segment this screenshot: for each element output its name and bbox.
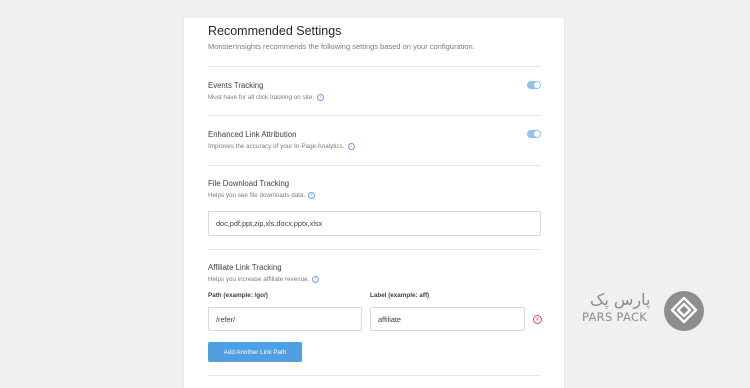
label-field-label: Label (example: aff) — [370, 292, 430, 299]
divider — [208, 165, 541, 166]
file-download-description: Helps you see file downloads data. i — [208, 192, 316, 199]
divider — [208, 66, 541, 67]
enhanced-link-label: Enhanced Link Attribution — [208, 130, 297, 139]
file-download-description-text: Helps you see file downloads data. — [208, 192, 306, 199]
divider — [208, 115, 541, 116]
divider — [208, 375, 541, 376]
page-title: Recommended Settings — [208, 24, 342, 38]
affiliate-path-input[interactable] — [208, 307, 362, 331]
file-download-label: File Download Tracking — [208, 179, 290, 188]
path-field-label: Path (example: /go/) — [208, 292, 268, 299]
events-tracking-label: Events Tracking — [208, 81, 264, 90]
events-tracking-toggle[interactable] — [527, 81, 541, 89]
pars-pack-logo-icon — [664, 291, 704, 331]
enhanced-link-description: Improves the accuracy of your In-Page An… — [208, 143, 355, 150]
info-icon[interactable]: i — [312, 276, 320, 283]
info-icon[interactable]: i — [308, 192, 316, 199]
affiliate-link-label: Affiliate Link Tracking — [208, 263, 282, 272]
toggle-knob — [534, 82, 540, 88]
enhanced-link-toggle[interactable] — [527, 130, 541, 138]
recommended-settings-card: Recommended Settings MonsterInsights rec… — [183, 18, 565, 388]
watermark-persian-text: پارس پک — [590, 290, 651, 309]
affiliate-label-input[interactable] — [370, 307, 525, 331]
enhanced-link-description-text: Improves the accuracy of your In-Page An… — [208, 143, 345, 150]
page-subtitle: MonsterInsights recommends the following… — [208, 42, 475, 51]
affiliate-link-description-text: Helps you increase affiliate revenue. — [208, 276, 310, 283]
divider — [208, 249, 541, 250]
add-link-path-button[interactable]: Add Another Link Path — [208, 342, 302, 362]
affiliate-link-description: Helps you increase affiliate revenue. i — [208, 276, 320, 283]
toggle-knob — [534, 131, 540, 137]
watermark-english-text: PARS PACK — [582, 310, 648, 324]
events-tracking-description-text: Must have for all click tracking on site… — [208, 94, 315, 101]
info-icon[interactable]: i — [347, 143, 355, 150]
file-extensions-input[interactable] — [208, 211, 541, 236]
remove-link-path-icon[interactable]: × — [533, 315, 542, 324]
events-tracking-description: Must have for all click tracking on site… — [208, 94, 325, 101]
info-icon[interactable]: i — [317, 94, 325, 101]
watermark: پارس پک PARS PACK — [580, 290, 710, 336]
